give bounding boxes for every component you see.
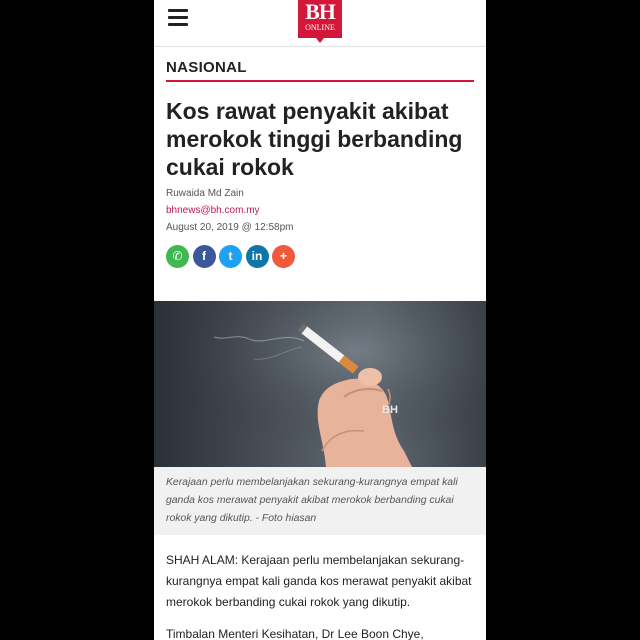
article-paragraph-1: SHAH ALAM: Kerajaan perlu membelanjakan … [166,553,472,609]
photo-caption: Kerajaan perlu membelanjakan sekurang-ku… [166,477,458,524]
whatsapp-icon[interactable]: ✆ [166,245,189,268]
author-email-link[interactable]: bhnews@bh.com.my [166,205,260,216]
linkedin-icon[interactable]: in [245,245,269,268]
article-headline: Kos rawat penyakit akibat merokok tinggi… [166,98,463,180]
cigarette-hand-image: BH [154,301,486,467]
article-date: August 20, 2019 @ 12:58pm [166,222,294,233]
section-label[interactable]: NASIONAL [166,58,474,82]
logo-subtext: ONLINE [305,23,335,32]
plus-icon[interactable]: + [272,245,295,268]
phone-screen: BH ONLINE NASIONAL Kos rawat penyakit ak… [154,0,486,640]
facebook-icon[interactable]: f [192,245,216,268]
article-author: Ruwaida Md Zain [166,188,244,199]
article-photo: BH [154,301,486,467]
logo-text: BH [305,0,336,24]
photo-watermark: BH [382,404,398,416]
photo-caption-box: Kerajaan perlu membelanjakan sekurang-ku… [154,467,486,535]
bh-online-logo[interactable]: BH ONLINE [298,0,342,43]
twitter-icon[interactable]: t [219,245,242,268]
hamburger-menu-icon[interactable] [168,9,190,27]
article-paragraph-2: Timbalan Menteri Kesihatan, Dr Lee Boon … [166,627,424,640]
top-bar: BH ONLINE [154,0,486,47]
